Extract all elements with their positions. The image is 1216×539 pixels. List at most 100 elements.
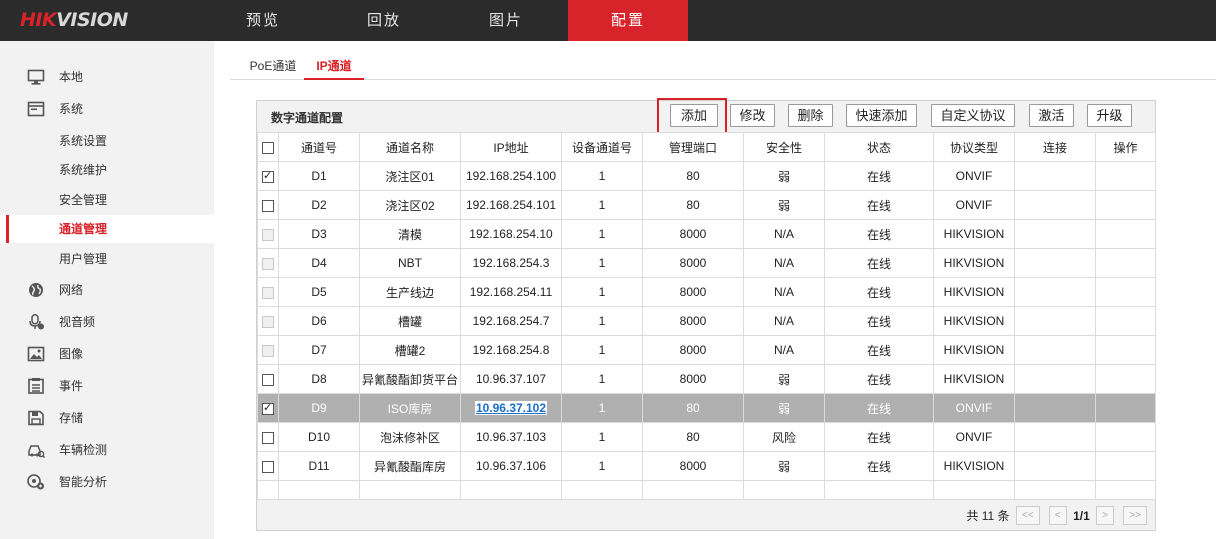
table-cell: 192.168.254.11 — [460, 277, 562, 307]
table-row[interactable]: D7 槽罐2 192.168.254.8 1 8000 N/A 在线 HIKVISION — [257, 335, 1156, 365]
table-cell: D11 — [278, 451, 360, 481]
empty-cell — [1095, 480, 1156, 500]
row-select-cell — [257, 422, 279, 452]
first-page-button[interactable]: << — [1015, 506, 1040, 526]
table-cell: 弱 — [743, 364, 825, 394]
tab-poe-channel[interactable]: PoE通道 — [242, 52, 304, 80]
table-row[interactable]: D10 泡沫修补区 10.96.37.103 1 80 风险 在线 ONVIF — [257, 422, 1156, 452]
table-cell: 弱 — [743, 190, 825, 220]
table-cell — [1095, 248, 1156, 278]
row-select-cell — [257, 219, 279, 249]
table-cell: 槽罐 — [359, 306, 461, 336]
row-checkbox[interactable] — [262, 431, 274, 444]
table-row[interactable]: D9ISO库房 10.96.37.102 180弱在线ONVIF — [257, 393, 1156, 423]
table-cell: 192.168.254.7 — [460, 306, 562, 336]
table-row[interactable]: D3 清模 192.168.254.10 1 8000 N/A 在线 HIKVISION — [257, 219, 1156, 249]
table-row[interactable]: D11 异氰酸酯库房 10.96.37.106 1 8000 弱在线 HIKVISION — [257, 451, 1156, 481]
sidebar: 本地 系统 系统设置 系统维护 安全管理 通道管理 用户管理 网络 视音频 图像… — [0, 41, 214, 539]
upgrade-button[interactable]: 升级 — [1087, 104, 1132, 127]
quick-add-button[interactable]: 快速添加 — [846, 104, 917, 127]
table-cell — [1095, 306, 1156, 336]
sidebar-item-storage[interactable]: 存储 — [0, 404, 214, 432]
table-cell — [1095, 451, 1156, 481]
row-checkbox[interactable] — [262, 373, 274, 386]
next-page-button[interactable]: > — [1096, 506, 1114, 526]
sidebar-item-local[interactable]: 本地 — [0, 63, 214, 91]
prev-page-button[interactable]: < — [1048, 506, 1067, 526]
table-cell: ONVIF — [933, 422, 1015, 452]
sidebar-item-vehicle-detection[interactable]: 车辆检测 — [0, 436, 214, 464]
table-cell: 弱 — [743, 393, 825, 423]
table-cell — [1095, 219, 1156, 249]
table-cell: ONVIF — [933, 190, 1015, 220]
table-cell: 8000 — [642, 451, 744, 481]
sidebar-item-security-management[interactable]: 安全管理 — [0, 186, 214, 214]
modify-button[interactable]: 修改 — [730, 104, 775, 127]
table-cell: 192.168.254.3 — [460, 248, 562, 278]
table-row[interactable]: D8 异氰酸酯卸货平台 10.96.37.107 1 8000 弱在线 HIKVISION — [257, 364, 1156, 394]
table-cell: D5 — [278, 277, 360, 307]
sidebar-item-smart-analysis[interactable]: 智能分析 — [0, 468, 214, 496]
sidebar-item-video-audio[interactable]: 视音频 — [0, 308, 214, 336]
table-header-row: 通道号 通道名称 IP地址 设备通道号 管理端口 安全性 状态 协议类型 连接 … — [257, 132, 1156, 162]
table-cell — [1014, 277, 1096, 307]
row-select-cell — [257, 190, 279, 220]
select-all-checkbox[interactable] — [262, 141, 274, 154]
table-cell: 浇注区02 — [359, 190, 461, 220]
table-cell: 在线 — [824, 248, 934, 278]
nav-preview[interactable]: 预览 — [203, 0, 323, 41]
sidebar-item-image[interactable]: 图像 — [0, 340, 214, 368]
table-row[interactable]: D1浇注区01192.168.254.100180弱在线ONVIF — [257, 161, 1156, 191]
sidebar-item-system-maintenance[interactable]: 系统维护 — [0, 156, 214, 184]
table-cell: 1 — [561, 422, 643, 452]
table-row[interactable]: D6 槽罐 192.168.254.7 1 8000 N/A 在线 HIKVISION — [257, 306, 1156, 336]
table-cell: D6 — [278, 306, 360, 336]
table-cell: 1 — [561, 364, 643, 394]
row-checkbox[interactable] — [262, 169, 274, 183]
row-select-cell — [257, 161, 279, 191]
sidebar-item-network[interactable]: 网络 — [0, 276, 214, 304]
row-checkbox — [262, 228, 274, 241]
last-page-button[interactable]: >> — [1123, 506, 1147, 526]
delete-button[interactable]: 删除 — [788, 104, 833, 127]
row-checkbox — [262, 286, 274, 299]
nav-picture[interactable]: 图片 — [446, 0, 566, 41]
sidebar-item-system[interactable]: 系统 — [0, 95, 214, 123]
sidebar-item-event[interactable]: 事件 — [0, 372, 214, 400]
sidebar-item-system-settings[interactable]: 系统设置 — [0, 127, 214, 155]
custom-protocol-button[interactable]: 自定义协议 — [931, 104, 1015, 127]
empty-cell — [561, 480, 643, 500]
nav-playback[interactable]: 回放 — [324, 0, 444, 41]
row-checkbox[interactable] — [262, 460, 274, 473]
column-header: 设备通道号 — [561, 132, 643, 162]
empty-cell — [642, 480, 744, 500]
activate-button[interactable]: 激活 — [1029, 104, 1074, 127]
table-cell — [1014, 306, 1096, 336]
table-cell: 异氰酸酯卸货平台 — [359, 364, 461, 394]
sidebar-item-channel-management[interactable]: 通道管理 — [0, 215, 214, 243]
table-row[interactable]: D5 生产线边 192.168.254.11 1 8000 N/A 在线 HIKVISION — [257, 277, 1156, 307]
row-checkbox[interactable] — [262, 199, 274, 212]
table-cell — [1095, 190, 1156, 220]
empty-cell — [460, 480, 562, 500]
table-row[interactable]: D2 浇注区02 192.168.254.101 1 80 弱在线 ONVIF — [257, 190, 1156, 220]
tab-ip-channel[interactable]: IP通道 — [304, 52, 364, 80]
table-cell: 在线 — [824, 451, 934, 481]
row-checkbox[interactable] — [262, 401, 274, 415]
table-cell: 10.96.37.106 — [460, 451, 562, 481]
table-row[interactable]: D4 NBT 192.168.254.3 1 8000 N/A 在线 HIKVISION — [257, 248, 1156, 278]
row-select-cell — [257, 393, 279, 423]
table-cell: ISO库房 — [359, 393, 461, 423]
sidebar-item-user-management[interactable]: 用户管理 — [0, 245, 214, 273]
ip-address-selected[interactable]: 10.96.37.102 — [474, 401, 548, 415]
table-cell: 槽罐2 — [359, 335, 461, 365]
row-checkbox — [262, 344, 274, 357]
table-cell: 192.168.254.10 — [460, 219, 562, 249]
row-select-cell — [257, 248, 279, 278]
add-button[interactable]: 添加 — [670, 104, 718, 127]
panel-title: 数字通道配置 — [271, 111, 344, 125]
table-cell: N/A — [743, 335, 825, 365]
table-cell: N/A — [743, 277, 825, 307]
empty-cell — [278, 480, 360, 500]
nav-configuration[interactable]: 配置 — [568, 0, 688, 41]
